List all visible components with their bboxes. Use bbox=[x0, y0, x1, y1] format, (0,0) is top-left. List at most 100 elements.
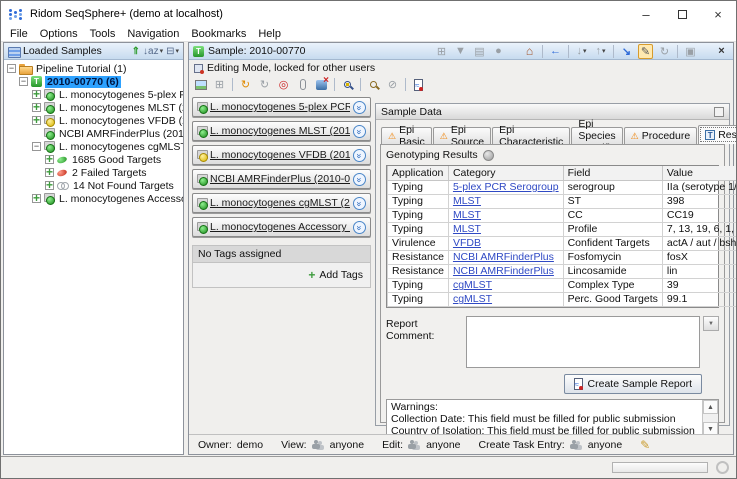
category-link[interactable]: MLST bbox=[453, 195, 481, 207]
tree-item-mlst[interactable]: L. monocytogenes MLST (2010-0077 bbox=[4, 101, 183, 114]
expand-expander-icon[interactable] bbox=[45, 181, 54, 190]
tree-item-notfound-targets[interactable]: 14 Not Found Targets bbox=[4, 179, 183, 192]
tree-item-vfdb[interactable]: L. monocytogenes VFDB (2010-0077 bbox=[4, 114, 183, 127]
cell-field[interactable]: Complex Type bbox=[563, 278, 662, 292]
expand-expander-icon[interactable] bbox=[45, 155, 54, 164]
task-button-label[interactable]: L. monocytogenes cgMLST (2010-00... bbox=[210, 197, 350, 209]
cell-category[interactable]: MLST bbox=[448, 222, 563, 236]
cell-field[interactable]: Fosfomycin bbox=[563, 250, 662, 264]
col-category[interactable]: Category bbox=[448, 166, 563, 180]
table-row[interactable]: Typing cgMLST Complex Type 39 bbox=[388, 278, 737, 292]
tab-results[interactable]: T Results bbox=[698, 125, 737, 144]
table-row[interactable]: Resistance NCBI AMRFinderPlus Lincosamid… bbox=[388, 264, 737, 278]
cell-field[interactable]: Lincosamide bbox=[563, 264, 662, 278]
menu-file[interactable]: File bbox=[4, 28, 34, 40]
menu-help[interactable]: Help bbox=[252, 28, 287, 40]
tree-label[interactable]: 14 Not Found Targets bbox=[71, 180, 176, 192]
tree-label[interactable]: 2010-00770 (6) bbox=[45, 76, 121, 88]
import-samples-icon[interactable]: ⇑ bbox=[132, 46, 140, 57]
cell-application[interactable]: Resistance bbox=[388, 250, 449, 264]
chevron-down-icon[interactable]: » bbox=[353, 197, 366, 210]
maximize-button[interactable] bbox=[664, 1, 700, 27]
category-link[interactable]: 5-plex PCR Serogroup bbox=[453, 181, 559, 193]
cell-application[interactable]: Virulence bbox=[388, 236, 449, 250]
close-button[interactable]: × bbox=[700, 1, 736, 27]
cell-category[interactable]: VFDB bbox=[448, 236, 563, 250]
tab-procedure[interactable]: ⚠ Procedure bbox=[624, 127, 698, 144]
cell-application[interactable]: Typing bbox=[388, 278, 449, 292]
cell-category[interactable]: NCBI AMRFinderPlus bbox=[448, 250, 563, 264]
expand-expander-icon[interactable] bbox=[32, 103, 41, 112]
expand-expander-icon[interactable] bbox=[32, 194, 41, 203]
minimize-button[interactable]: – bbox=[628, 1, 664, 27]
cell-application[interactable]: Resistance bbox=[388, 264, 449, 278]
task-button-label[interactable]: NCBI AMRFinderPlus (2010-00770) bbox=[210, 173, 350, 185]
cell-category[interactable]: cgMLST bbox=[448, 278, 563, 292]
cell-application[interactable]: Typing bbox=[388, 222, 449, 236]
tree-item-failed-targets[interactable]: 2 Failed Targets bbox=[4, 166, 183, 179]
cell-value[interactable]: lin bbox=[662, 264, 737, 278]
task-button-label[interactable]: L. monocytogenes 5-plex PCR Sero... bbox=[210, 101, 350, 113]
help-globe-icon[interactable] bbox=[483, 150, 494, 161]
task-button-label[interactable]: L. monocytogenes MLST (2010-00770) bbox=[210, 125, 350, 137]
status-dot-icon[interactable]: ● bbox=[491, 44, 506, 59]
recalc-disabled-icon[interactable]: ↻ bbox=[257, 77, 272, 92]
task-button-5plex[interactable]: L. monocytogenes 5-plex PCR Sero... » bbox=[192, 97, 371, 117]
report-comment-input[interactable] bbox=[466, 316, 700, 368]
cell-value[interactable]: 398 bbox=[662, 194, 737, 208]
table-edit-icon[interactable]: ⊞ bbox=[212, 77, 227, 92]
close-panel-icon[interactable]: × bbox=[714, 44, 729, 59]
collapse-all-icon[interactable]: ⊟▾ bbox=[166, 46, 179, 57]
cell-category[interactable]: cgMLST bbox=[448, 292, 563, 306]
chevron-down-icon[interactable]: » bbox=[353, 221, 366, 234]
tab-epi-species-specific[interactable]: Epi Species Specific bbox=[571, 127, 622, 144]
task-button-amrfinder[interactable]: NCBI AMRFinderPlus (2010-00770) » bbox=[192, 169, 371, 189]
task-button-cgmlst[interactable]: L. monocytogenes cgMLST (2010-00... » bbox=[192, 193, 371, 213]
tab-epi-characteristic[interactable]: Epi Characteristic bbox=[492, 127, 570, 144]
menu-bookmarks[interactable]: Bookmarks bbox=[185, 28, 252, 40]
menu-tools[interactable]: Tools bbox=[84, 28, 122, 40]
cell-field[interactable]: ST bbox=[563, 194, 662, 208]
edit-permissions-icon[interactable]: ✎ bbox=[640, 438, 650, 452]
tab-epi-basic[interactable]: ⚠ Epi Basic bbox=[381, 127, 432, 144]
cell-value[interactable]: IIa (serotype 1/2a an... bbox=[662, 180, 737, 194]
add-tags-button[interactable]: Add Tags bbox=[319, 269, 363, 281]
cell-value[interactable]: actA / aut / bsh / clpC... bbox=[662, 236, 737, 250]
table-row[interactable]: Virulence VFDB Confident Targets actA / … bbox=[388, 236, 737, 250]
col-value[interactable]: Value bbox=[662, 166, 737, 180]
cell-value[interactable]: fosX bbox=[662, 250, 737, 264]
columns-icon[interactable]: ▤ bbox=[472, 44, 487, 59]
cell-category[interactable]: MLST bbox=[448, 194, 563, 208]
refresh-icon[interactable]: ↻ bbox=[657, 44, 672, 59]
col-field[interactable]: Field bbox=[563, 166, 662, 180]
table-row[interactable]: Typing cgMLST Perc. Good Targets 99.1 bbox=[388, 292, 737, 306]
chevron-down-icon[interactable]: » bbox=[353, 101, 366, 114]
table-row[interactable]: Typing 5-plex PCR Serogroup serogroup II… bbox=[388, 180, 737, 194]
scroll-up-icon[interactable] bbox=[703, 400, 718, 414]
table-row[interactable]: Typing MLST Profile 7, 13, 19, 6, 1, 7, … bbox=[388, 222, 737, 236]
tree-label[interactable]: L. monocytogenes VFDB (2010-0077 bbox=[57, 115, 183, 127]
home-icon[interactable]: ⌂ bbox=[522, 44, 537, 59]
image-icon[interactable] bbox=[193, 77, 208, 92]
collapse-expander-icon[interactable] bbox=[19, 77, 28, 86]
tree-item-pipeline-tutorial[interactable]: Pipeline Tutorial (1) bbox=[4, 62, 183, 75]
category-link[interactable]: NCBI AMRFinderPlus bbox=[453, 265, 554, 277]
back-icon[interactable]: ← bbox=[548, 44, 563, 59]
expand-expander-icon[interactable] bbox=[32, 90, 41, 99]
cell-value[interactable]: CC19 bbox=[662, 208, 737, 222]
cell-category[interactable]: 5-plex PCR Serogroup bbox=[448, 180, 563, 194]
category-link[interactable]: VFDB bbox=[453, 237, 481, 249]
chevron-down-icon[interactable]: » bbox=[353, 125, 366, 138]
tree-item-5plex[interactable]: L. monocytogenes 5-plex PCR Serog bbox=[4, 88, 183, 101]
cell-field[interactable]: CC bbox=[563, 208, 662, 222]
warnings-scrollbar[interactable] bbox=[702, 400, 718, 436]
cell-application[interactable]: Typing bbox=[388, 292, 449, 306]
report-icon[interactable] bbox=[411, 77, 426, 92]
table-row[interactable]: Typing MLST ST 398 bbox=[388, 194, 737, 208]
chevron-down-icon[interactable]: » bbox=[353, 173, 366, 186]
search-icon[interactable] bbox=[366, 77, 381, 92]
cell-field[interactable]: Perc. Good Targets bbox=[563, 292, 662, 306]
tab-epi-source[interactable]: ⚠ Epi Source bbox=[433, 127, 491, 144]
tree-label[interactable]: L. monocytogenes Accessory (2010- bbox=[57, 193, 183, 205]
cell-field[interactable]: serogroup bbox=[563, 180, 662, 194]
